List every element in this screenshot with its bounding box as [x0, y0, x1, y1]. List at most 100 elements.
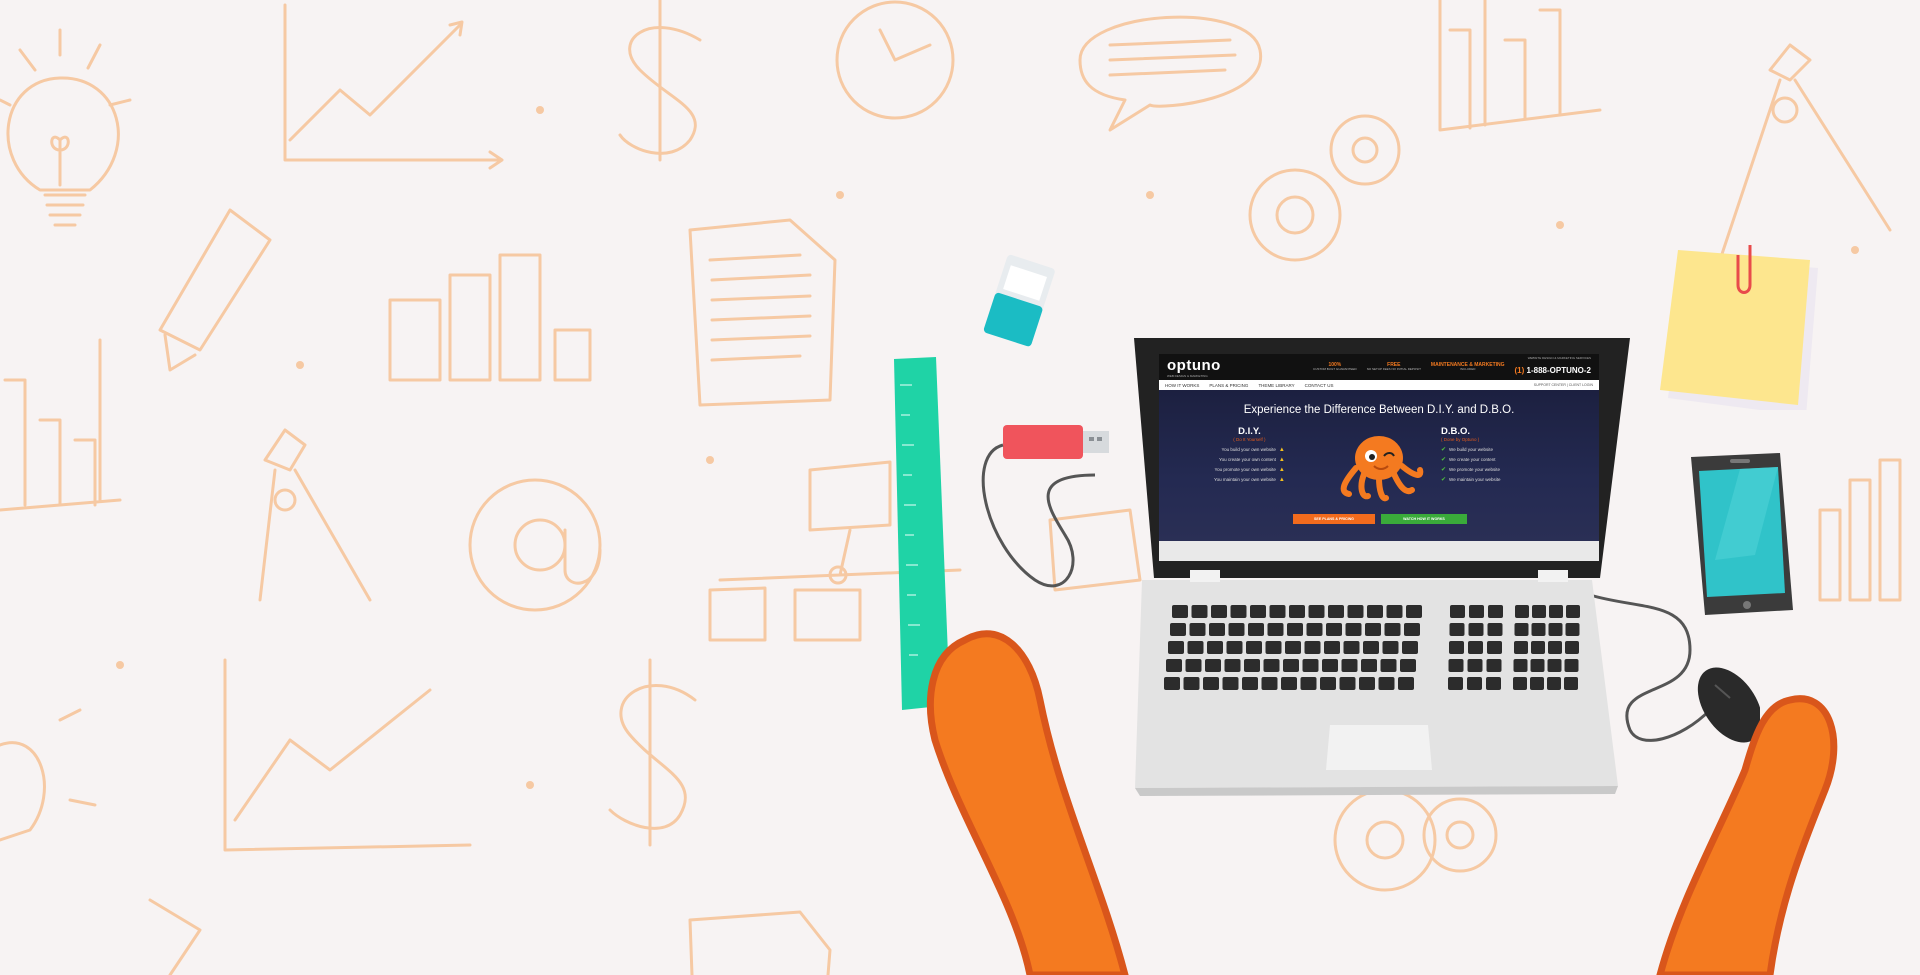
- keyboard-key: [1404, 623, 1420, 636]
- keyboard-key: [1328, 605, 1344, 618]
- keyboard-key: [1449, 623, 1465, 636]
- hero-title: Experience the Difference Between D.I.Y.…: [1243, 404, 1515, 416]
- keyboard-key: [1341, 659, 1358, 672]
- document-icon: [688, 218, 837, 407]
- keyboard-key: [1367, 605, 1383, 618]
- dbo-item: ✔ We promote your website: [1441, 467, 1500, 473]
- see-plans-button[interactable]: SEE PLANS & PRICING: [1293, 514, 1375, 524]
- keyboard-key: [1224, 659, 1241, 672]
- nav-how-it-works[interactable]: HOW IT WORKS: [1165, 383, 1199, 388]
- keyboard-key: [1248, 623, 1264, 636]
- ruler: [894, 357, 950, 710]
- keyboard-key: [1469, 605, 1484, 618]
- keyboard-key: [1205, 659, 1221, 672]
- keyboard-key: [1189, 623, 1206, 636]
- keyboard-key: [1365, 623, 1381, 636]
- diy-item: You maintain your own website ▲: [1214, 477, 1285, 483]
- keyboard-key: [1211, 605, 1227, 618]
- speech-bubble-icon: [1078, 15, 1262, 132]
- keyboard-key: [1172, 605, 1188, 618]
- keyboard-key: [1564, 677, 1578, 690]
- site-header: optuno WEB DESIGN & MARKETING 100% CUSTOM…: [1159, 354, 1599, 380]
- keyboard-key: [1191, 605, 1208, 618]
- octopus-mascot-icon: [1340, 436, 1424, 502]
- site-footer-strip: [1159, 541, 1599, 561]
- keyboard-key: [1398, 677, 1414, 690]
- header-badges: 100% CUSTOM BUILT GUARANTEED FREE NO SETUP…: [1313, 356, 1591, 378]
- badge-maintenance: MAINTENANCE & MARKETING INCLUDED: [1430, 362, 1505, 372]
- logo-tagline: WEB DESIGN & MARKETING: [1167, 373, 1208, 378]
- keyboard-key: [1531, 641, 1545, 654]
- keyboard-key: [1228, 623, 1245, 636]
- dbo-item: ✔ We create your content: [1441, 457, 1496, 463]
- eraser: [983, 254, 1055, 347]
- dbo-item: ✔ We build your website: [1441, 447, 1493, 453]
- keyboard-key: [1549, 605, 1563, 618]
- keyboard-key: [1322, 659, 1338, 672]
- warning-icon: ▲: [1278, 477, 1285, 483]
- keyboard-key: [1164, 677, 1180, 690]
- keyboard-key: [1281, 677, 1297, 690]
- keyboard-key: [1380, 659, 1397, 672]
- keyboard-key: [1378, 677, 1395, 690]
- nav-contact-us[interactable]: CONTACT US: [1305, 383, 1334, 388]
- warning-icon: ▲: [1278, 457, 1285, 463]
- dbo-heading: D.B.O.: [1441, 426, 1471, 437]
- keyboard-key: [1285, 641, 1301, 654]
- nav-plans-pricing[interactable]: PLANS & PRICING: [1209, 383, 1248, 388]
- keyboard-key: [1326, 623, 1342, 636]
- keyboard-key: [1448, 659, 1464, 672]
- keyboard-key: [1564, 659, 1579, 672]
- diy-subheading: ( Do It Yourself ): [1233, 437, 1266, 442]
- keyboard-key: [1250, 605, 1266, 618]
- keyboard-key: [1300, 677, 1317, 690]
- keyboard-key: [1363, 641, 1379, 654]
- check-icon: ✔: [1441, 467, 1447, 473]
- badge-free: FREE NO SETUP FEES NO INITIAL DEPOSIT: [1366, 362, 1421, 372]
- keyboard-key: [1386, 605, 1403, 618]
- keyboard-key: [1289, 605, 1305, 618]
- keyboard-key: [1345, 623, 1362, 636]
- watch-how-it-works-button[interactable]: WATCH HOW IT WORKS: [1381, 514, 1467, 524]
- check-icon: ✔: [1441, 457, 1447, 463]
- dbo-subheading: ( Done by Optuno ): [1441, 437, 1480, 442]
- site-nav: HOW IT WORKS PLANS & PRICING THEME LIBRA…: [1159, 380, 1599, 390]
- keyboard-key: [1548, 641, 1562, 654]
- keyboard-key: [1448, 677, 1463, 690]
- keyboard-key: [1547, 659, 1562, 672]
- keyboard-key: [1304, 641, 1321, 654]
- keyboard-key: [1486, 659, 1502, 672]
- diy-item: You create your own content ▲: [1219, 457, 1285, 463]
- dollar-icon: [618, 0, 702, 162]
- keyboard-key: [1467, 677, 1482, 690]
- keyboard-key: [1267, 623, 1284, 636]
- keyboard-key: [1183, 677, 1200, 690]
- dbo-column: D.B.O. ( Done by Optuno ) ✔ We build your…: [1441, 426, 1500, 485]
- keyboard-key: [1203, 677, 1219, 690]
- laptop-screen: optuno WEB DESIGN & MARKETING 100% CUSTOM…: [1159, 354, 1599, 561]
- dbo-item: ✔ We maintain your website: [1441, 477, 1501, 483]
- keyboard-key: [1531, 623, 1546, 636]
- at-sign-icon: [468, 478, 602, 612]
- phone-block[interactable]: WEBSITE DESIGN & MARKETING SERVICES (1) …: [1515, 356, 1591, 378]
- nav-support-login[interactable]: SUPPORT CENTER | CLIENT LOGIN: [1534, 383, 1593, 387]
- keyboard-key: [1308, 605, 1325, 618]
- keyboard-key: [1263, 659, 1280, 672]
- keyboard-key: [1513, 659, 1528, 672]
- keyboard-key: [1532, 605, 1546, 618]
- keyboard-key: [1530, 677, 1544, 690]
- keyboard-key: [1324, 641, 1340, 654]
- site-logo[interactable]: optuno WEB DESIGN & MARKETING: [1167, 357, 1221, 378]
- keyboard-key: [1302, 659, 1319, 672]
- check-icon: ✔: [1441, 477, 1447, 483]
- keyboard-key: [1530, 659, 1545, 672]
- highlighter-icon: [158, 208, 272, 372]
- keyboard-key: [1548, 623, 1563, 636]
- keyboard-key: [1359, 677, 1375, 690]
- warning-icon: ▲: [1278, 467, 1285, 473]
- keyboard-key: [1283, 659, 1299, 672]
- nav-theme-library[interactable]: THEME LIBRARY: [1258, 383, 1294, 388]
- diy-item: You promote your own website ▲: [1214, 467, 1285, 473]
- keyboard-key: [1468, 623, 1484, 636]
- keyboard-key: [1488, 605, 1503, 618]
